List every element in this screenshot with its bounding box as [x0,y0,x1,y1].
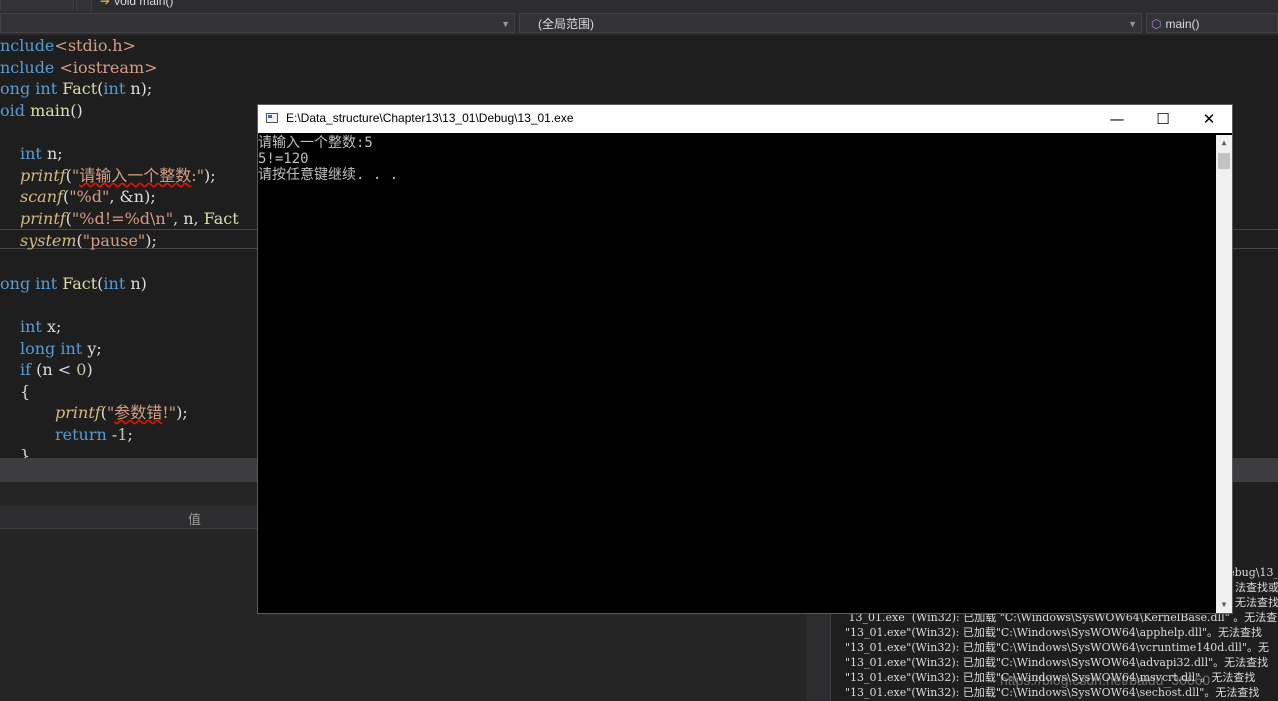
code-line: printf("请输入一个整数:"); [20,166,216,185]
code-line: scanf("%d", &n); [20,187,156,206]
output-line: "13_01.exe"(Win32): 已加载"C:\Windows\SysWO… [845,641,1269,654]
code-line: long int y; [20,339,102,358]
maximize-button[interactable]: ☐ [1140,105,1186,133]
close-button[interactable]: ✕ [1186,105,1232,133]
member-dropdown[interactable]: ⬡ main() [1146,13,1278,33]
code-line: } [20,446,31,458]
value-column-header[interactable]: 值 [188,509,201,528]
chevron-down-icon: ▼ [1128,19,1137,29]
code-line: int n; [20,144,63,163]
code-line: printf("%d!=%d\n", n, Fact [20,209,239,228]
scroll-thumb[interactable] [1218,153,1230,169]
console-window[interactable]: E:\Data_structure\Chapter13\13_01\Debug\… [257,104,1233,614]
console-line: 请输入一个整数:5 [258,135,373,151]
code-line: nclude<stdio.h> [0,36,136,55]
code-line: oid main() [0,101,83,120]
output-line: "13_01.exe"(Win32): 已加载"C:\Windows\SysWO… [845,626,1263,639]
navigation-bar: ▼ (全局范围) ▼ ⬡ main() [0,11,1278,36]
console-title: E:\Data_structure\Chapter13\13_01\Debug\… [286,111,574,125]
watermark: https://blog.csdn.net/baidu_36660 [1000,672,1211,688]
code-line: nclude <iostream> [0,58,158,77]
code-line: ong int Fact(int n); [0,79,153,98]
code-line: return -1; [55,425,133,444]
output-line: ebug\13_ [1228,566,1278,579]
scroll-up-icon[interactable]: ▲ [1216,135,1232,151]
console-line: 5!=120 [258,151,309,167]
code-line: if (n < 0) [20,360,93,379]
code-line: { [20,382,31,401]
cube-icon: ⬡ [1151,17,1162,31]
function-breadcrumb[interactable]: ➔ void main() [100,0,173,8]
code-line: int x; [20,317,62,336]
console-scrollbar[interactable]: ▲ ▼ [1216,135,1232,613]
console-title-bar[interactable]: E:\Data_structure\Chapter13\13_01\Debug\… [258,105,1232,133]
output-line: "13_01.exe"(Win32): 已加载"C:\Windows\SysWO… [845,656,1269,669]
minimize-button[interactable]: — [1094,105,1140,133]
toolbar-strip: ➔ void main() [0,0,1278,11]
code-line: system("pause"); [20,231,157,250]
platform-dropdown[interactable] [76,0,92,11]
chevron-down-icon: ▼ [501,19,510,29]
console-output: 请输入一个整数:5 5!=120 请按任意键继续. . . [258,135,1218,613]
function-arrow-icon: ➔ [100,0,111,8]
console-app-icon [266,113,278,123]
output-line: 法查找或 [1235,581,1278,594]
project-dropdown[interactable]: ▼ [0,13,515,33]
scroll-down-icon[interactable]: ▼ [1216,597,1232,613]
config-dropdown[interactable] [0,0,74,11]
scope-dropdown[interactable]: (全局范围) ▼ [519,13,1142,33]
code-line: ong int Fact(int n) [0,274,147,293]
console-line: 请按任意键继续. . . [258,167,399,183]
code-line: printf("参数错!"); [55,403,188,422]
